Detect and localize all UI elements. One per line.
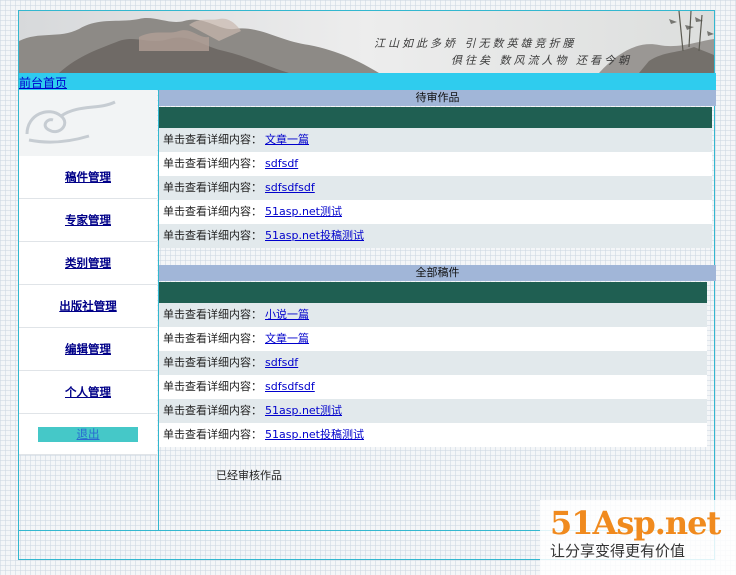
row-prefix-label: 单击查看详细内容： xyxy=(163,404,262,417)
all-list: 单击查看详细内容： 小说一篇 单击查看详细内容： 文章一篇 单击查看详细内容： sdfsd… xyxy=(159,303,707,447)
sidebar-item-logout: 退出 xyxy=(19,414,157,455)
article-link[interactable]: 小说一篇 xyxy=(265,308,309,321)
site-watermark: 51Asp.net 让分享变得更有价值 xyxy=(540,500,736,575)
article-link[interactable]: sdfsdf xyxy=(265,356,298,369)
row-prefix-label: 单击查看详细内容： xyxy=(163,181,262,194)
row-prefix-label: 单击查看详细内容： xyxy=(163,229,262,242)
banner-poem-line2: 俱往矣 数风流人物 还看今朝 xyxy=(451,54,632,67)
banner-poem-line1: 江山如此多娇 引无数英雄竞折腰 xyxy=(374,37,577,50)
list-item: 单击查看详细内容： sdfsdf xyxy=(159,351,707,375)
list-item: 单击查看详细内容： 51asp.net投稿测试 xyxy=(159,224,712,248)
sidebar-item-manuscripts: 稿件管理 xyxy=(19,156,157,199)
article-link[interactable]: sdfsdfsdf xyxy=(265,181,315,194)
sidebar-item-experts: 专家管理 xyxy=(19,199,157,242)
sidebar-link-personal[interactable]: 个人管理 xyxy=(65,385,111,399)
watermark-slogan: 让分享变得更有价值 xyxy=(550,542,686,560)
home-link[interactable]: 前台首页 xyxy=(19,74,67,91)
list-item: 单击查看详细内容： 51asp.net测试 xyxy=(159,200,712,224)
sidebar-item-personal: 个人管理 xyxy=(19,371,157,414)
row-prefix-label: 单击查看详细内容： xyxy=(163,380,262,393)
scroll-ornament-icon xyxy=(19,90,157,156)
row-prefix-label: 单击查看详细内容： xyxy=(163,205,262,218)
sidebar-link-publishers[interactable]: 出版社管理 xyxy=(59,299,117,313)
top-nav-bar: 前台首页 xyxy=(19,73,716,90)
pending-list: 单击查看详细内容： 文章一篇 单击查看详细内容： sdfsdf 单击查看详细内容： sdf… xyxy=(159,128,712,248)
article-link[interactable]: sdfsdf xyxy=(265,157,298,170)
sidebar-item-categories: 类别管理 xyxy=(19,242,157,285)
list-item: 单击查看详细内容： sdfsdfsdf xyxy=(159,176,712,200)
row-prefix-label: 单击查看详细内容： xyxy=(163,332,262,345)
article-link[interactable]: 51asp.net投稿测试 xyxy=(265,229,364,242)
sidebar-link-categories[interactable]: 类别管理 xyxy=(65,256,111,270)
approved-works-label: 已经审核作品 xyxy=(216,469,282,482)
list-item: 单击查看详细内容： 文章一篇 xyxy=(159,128,712,152)
sidebar-menu: 稿件管理 专家管理 类别管理 出版社管理 编辑管理 个人管理 退出 xyxy=(19,156,157,455)
list-item: 单击查看详细内容： 51asp.net测试 xyxy=(159,399,707,423)
article-link[interactable]: 51asp.net投稿测试 xyxy=(265,428,364,441)
article-link[interactable]: 文章一篇 xyxy=(265,133,309,146)
all-table-header xyxy=(159,282,707,303)
sidebar-link-manuscripts[interactable]: 稿件管理 xyxy=(65,170,111,184)
sidebar-link-experts[interactable]: 专家管理 xyxy=(65,213,111,227)
sidebar-link-editors[interactable]: 编辑管理 xyxy=(65,342,111,356)
all-section-title: 全部稿件 xyxy=(159,265,716,281)
sidebar-ornament xyxy=(19,90,157,156)
logout-button[interactable]: 退出 xyxy=(38,427,138,442)
row-prefix-label: 单击查看详细内容： xyxy=(163,157,262,170)
watermark-logo: 51Asp.net xyxy=(550,504,721,542)
article-link[interactable]: 51asp.net测试 xyxy=(265,205,342,218)
article-link[interactable]: sdfsdfsdf xyxy=(265,380,315,393)
row-prefix-label: 单击查看详细内容： xyxy=(163,428,262,441)
sidebar-item-publishers: 出版社管理 xyxy=(19,285,157,328)
article-link[interactable]: 51asp.net测试 xyxy=(265,404,342,417)
list-item: 单击查看详细内容： 小说一篇 xyxy=(159,303,707,327)
list-item: 单击查看详细内容： 51asp.net投稿测试 xyxy=(159,423,707,447)
pending-section-title: 待审作品 xyxy=(159,90,716,106)
list-item: 单击查看详细内容： sdfsdfsdf xyxy=(159,375,707,399)
main-content: 待审作品 单击查看详细内容： 文章一篇 单击查看详细内容： sdfsdf 单击查看详细内… xyxy=(159,90,716,447)
pending-table-header xyxy=(159,107,712,128)
sidebar-item-editors: 编辑管理 xyxy=(19,328,157,371)
row-prefix-label: 单击查看详细内容： xyxy=(163,308,262,321)
header-banner: 江山如此多娇 引无数英雄竞折腰 俱往矣 数风流人物 还看今朝 xyxy=(19,11,714,73)
list-item: 单击查看详细内容： sdfsdf xyxy=(159,152,712,176)
list-item: 单击查看详细内容： 文章一篇 xyxy=(159,327,707,351)
article-link[interactable]: 文章一篇 xyxy=(265,332,309,345)
sidebar: 稿件管理 专家管理 类别管理 出版社管理 编辑管理 个人管理 退出 xyxy=(19,90,159,530)
logout-link[interactable]: 退出 xyxy=(77,427,100,441)
row-prefix-label: 单击查看详细内容： xyxy=(163,356,262,369)
row-prefix-label: 单击查看详细内容： xyxy=(163,133,262,146)
